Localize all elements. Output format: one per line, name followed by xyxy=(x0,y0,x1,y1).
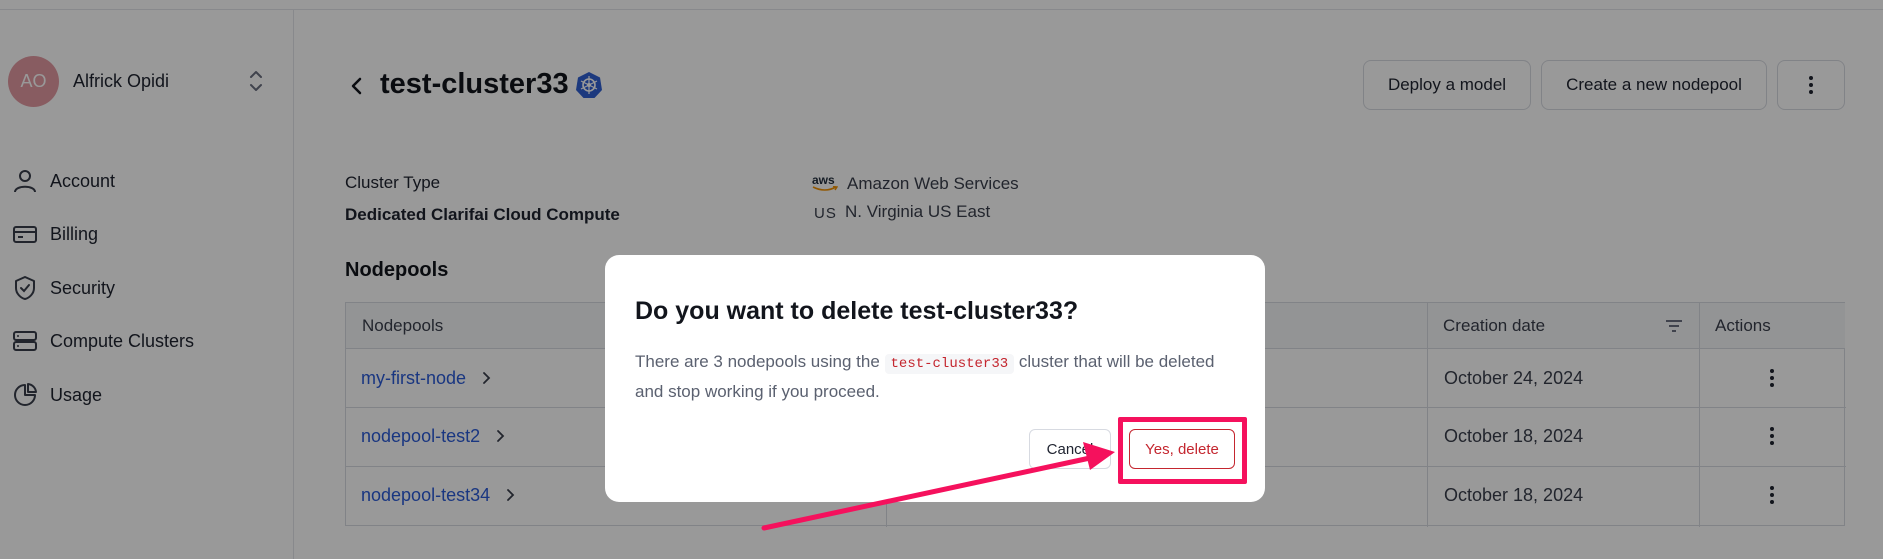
cancel-button[interactable]: Cancel xyxy=(1029,429,1111,469)
highlight-box xyxy=(1118,417,1247,484)
dialog-title: Do you want to delete test-cluster33? xyxy=(635,297,1079,325)
cluster-name-code: test-cluster33 xyxy=(884,354,1015,374)
dialog-message: There are 3 nodepools using the test-clu… xyxy=(635,348,1245,405)
dialog-message-start: There are 3 nodepools using the xyxy=(635,352,885,371)
